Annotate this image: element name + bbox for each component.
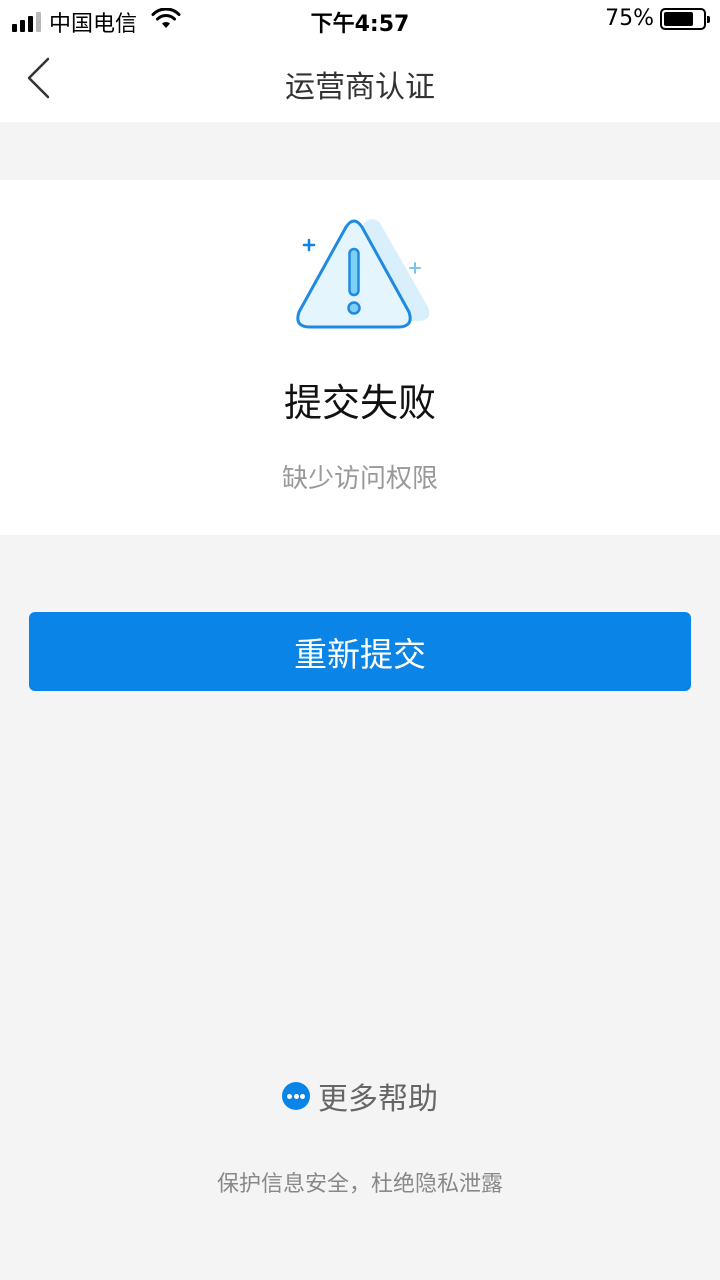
status-bar: 中国电信 下午4:57 75% [0,0,720,40]
navigation-bar: 运营商认证 [0,40,720,122]
battery-percentage: 75% [605,6,654,31]
back-button[interactable] [18,56,68,106]
chevron-left-icon [27,57,50,99]
result-card: 提交失败 缺少访问权限 [0,180,720,535]
page-title: 运营商认证 [285,70,435,105]
status-left: 中国电信 [12,6,181,38]
battery-fill [664,11,693,26]
more-help-label: 更多帮助 [318,1082,438,1117]
more-help-link[interactable]: 更多帮助 [0,1074,720,1118]
more-dots-icon [282,1082,310,1110]
battery-icon [660,7,710,30]
status-right: 75% [605,6,710,31]
carrier-name: 中国电信 [49,12,138,37]
warning-triangle-icon [296,219,430,329]
result-title: 提交失败 [283,381,436,425]
result-description: 缺少访问权限 [281,464,438,494]
footer-note: 保护信息安全，杜绝隐私泄露 [216,1172,503,1197]
wifi-icon [151,7,181,36]
resubmit-button[interactable]: 重新提交 [29,612,691,691]
signal-icon [12,12,41,32]
